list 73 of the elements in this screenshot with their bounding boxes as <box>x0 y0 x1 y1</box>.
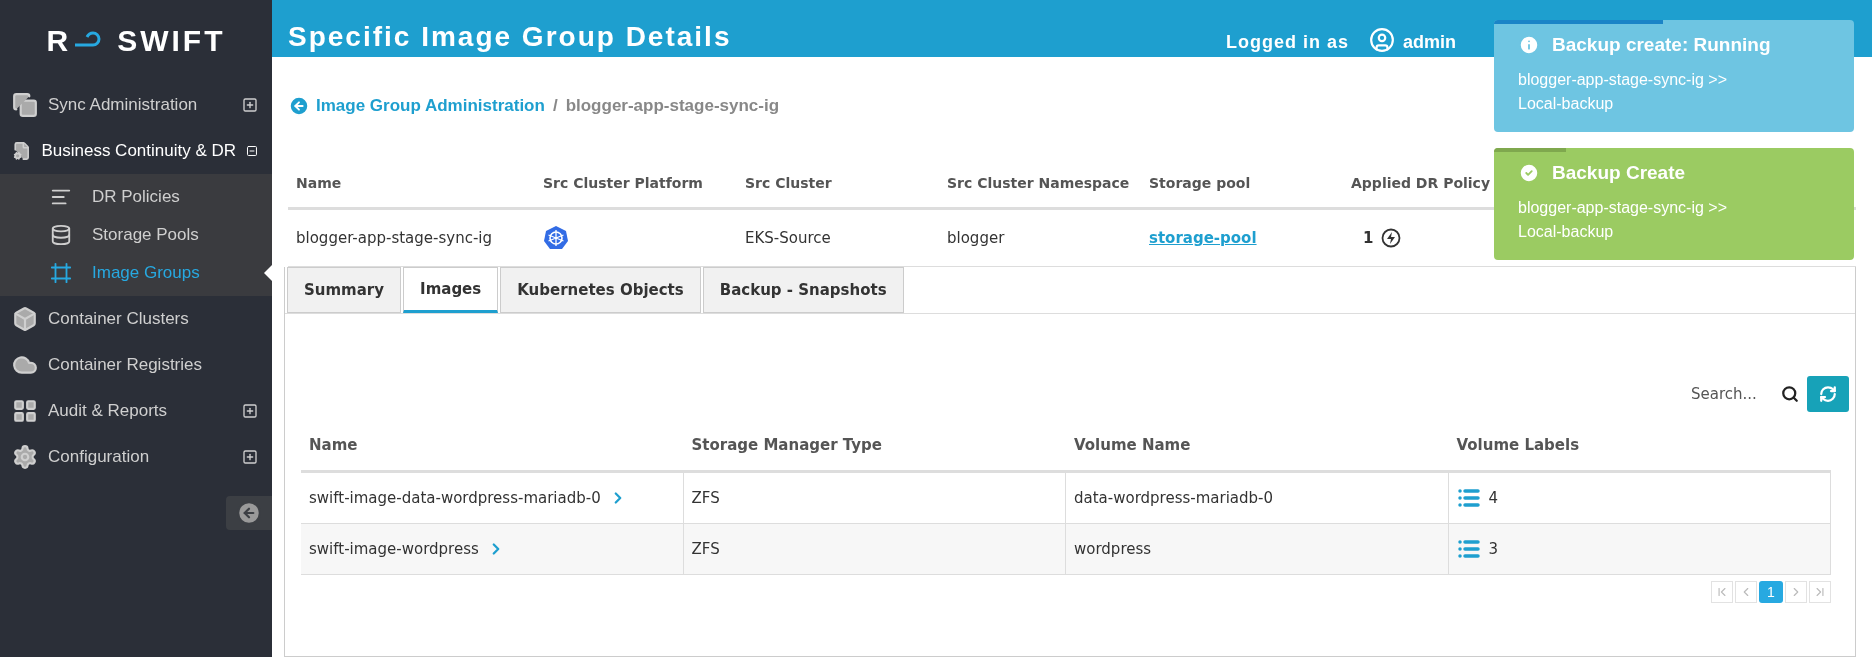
expand-icon[interactable] <box>242 403 258 419</box>
logo: R <box>46 24 104 58</box>
arrow-left-icon <box>288 95 310 117</box>
expand-icon[interactable] <box>242 449 258 465</box>
last-icon <box>1813 585 1827 599</box>
gear-icon <box>12 444 38 470</box>
table-cell: ZFS <box>683 524 1066 575</box>
info-icon <box>1518 34 1540 56</box>
nav-item[interactable]: Audit & Reports <box>0 388 272 434</box>
grid-icon <box>12 398 38 424</box>
submenu-item[interactable]: Image Groups <box>0 254 272 292</box>
column-header: Storage pool <box>1141 161 1343 210</box>
nav-item[interactable]: Configuration <box>0 434 272 480</box>
list-icon[interactable] <box>1456 537 1481 561</box>
notification-message: blogger-app-stage-sync-ig >> Local-backup <box>1518 70 1728 114</box>
previous-page-button[interactable] <box>1735 581 1757 603</box>
column-header: Name <box>288 161 535 210</box>
last-page-button[interactable] <box>1809 581 1831 603</box>
notification-title: Backup create: Running <box>1552 34 1771 56</box>
table-cell: wordpress <box>1066 524 1449 575</box>
tab[interactable]: Kubernetes Objects <box>500 267 701 313</box>
nav-label: Configuration <box>48 447 151 467</box>
tab[interactable]: Images <box>403 267 499 313</box>
image-name[interactable]: swift-image-data-wordpress-mariadb-0 <box>309 489 601 507</box>
next-page-button[interactable] <box>1785 581 1807 603</box>
nav-item[interactable]: Sync Administration <box>0 82 272 128</box>
column-header: Src Cluster Namespace <box>939 161 1141 210</box>
search-icon[interactable] <box>1781 385 1799 403</box>
nav-label: Audit & Reports <box>48 401 169 421</box>
tab[interactable]: Backup - Snapshots <box>702 267 904 313</box>
table-cell: blogger <box>939 210 1141 267</box>
check-icon <box>1518 162 1540 184</box>
list-icon[interactable] <box>1456 486 1481 510</box>
kubernetes-icon <box>543 225 569 251</box>
nav-item[interactable]: Business Continuity & DR <box>0 128 272 174</box>
lightning-icon <box>1381 228 1402 248</box>
pages-icon <box>12 92 38 118</box>
first-page-button[interactable] <box>1711 581 1733 603</box>
refresh-icon <box>1819 385 1837 403</box>
label-count: 3 <box>1488 540 1499 558</box>
frame-icon <box>50 262 72 284</box>
cube-icon <box>12 306 38 332</box>
column-header: Src Cluster <box>737 161 939 210</box>
arrow-left-icon <box>236 500 262 526</box>
submenu-item[interactable]: DR Policies <box>0 178 272 216</box>
nav-label: Container Clusters <box>48 309 190 329</box>
logged-in-label: Logged in as <box>1225 32 1349 53</box>
nav-item[interactable]: Container Clusters <box>0 296 272 342</box>
policy-count: 1 <box>1363 229 1374 247</box>
nav-item[interactable]: Container Registries <box>0 342 272 388</box>
user-icon <box>1369 27 1395 53</box>
nav-label: Business Continuity & DR <box>41 141 237 161</box>
breadcrumb-separator: / <box>552 96 558 116</box>
refresh-button[interactable] <box>1807 376 1849 412</box>
label-count: 4 <box>1488 489 1499 507</box>
table-cell: ZFS <box>683 473 1066 524</box>
notification-title: Backup Create <box>1552 162 1686 184</box>
submenu-item[interactable]: Storage Pools <box>0 216 272 254</box>
collapse-sidebar-button[interactable] <box>226 496 272 530</box>
column-header: Src Cluster Platform <box>535 161 737 210</box>
collapse-icon[interactable] <box>246 143 258 159</box>
expand-icon[interactable] <box>242 97 258 113</box>
database-icon <box>50 224 72 246</box>
first-icon <box>1715 585 1729 599</box>
tab[interactable]: Summary <box>287 267 402 313</box>
image-name[interactable]: swift-image-wordpress <box>309 540 479 558</box>
active-notch <box>264 265 272 281</box>
logo-text: SWIFT <box>117 24 226 58</box>
breadcrumb-current: blogger-app-stage-sync-ig <box>565 96 780 116</box>
nav-label: Container Registries <box>48 355 203 375</box>
nav-label: Sync Administration <box>48 95 199 115</box>
table-cell: data-wordpress-mariadb-0 <box>1066 473 1449 524</box>
page-title: Specific Image Group Details <box>288 21 733 53</box>
